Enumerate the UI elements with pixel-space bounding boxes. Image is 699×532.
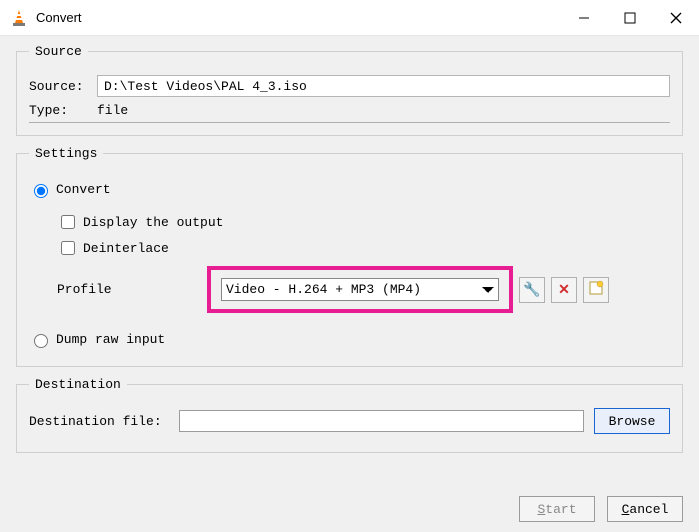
cancel-button[interactable]: Cancel (607, 496, 683, 522)
display-output-checkbox[interactable] (61, 215, 75, 229)
dump-raw-label: Dump raw input (56, 332, 165, 347)
source-legend: Source (29, 44, 88, 59)
start-button[interactable]: Start (519, 496, 595, 522)
wrench-icon: 🔧 (523, 281, 540, 298)
window-title: Convert (36, 10, 561, 25)
destination-file-label: Destination file: (29, 414, 179, 429)
new-profile-icon (588, 280, 604, 299)
titlebar: Convert (0, 0, 699, 36)
source-label: Source: (29, 79, 97, 94)
dump-raw-radio[interactable] (34, 334, 48, 348)
profile-highlight: Video - H.264 + MP3 (MP4) (207, 266, 513, 313)
delete-profile-button[interactable]: ✕ (551, 277, 577, 303)
vlc-icon (10, 9, 28, 27)
deinterlace-checkbox[interactable] (61, 241, 75, 255)
deinterlace-label: Deinterlace (83, 241, 169, 256)
type-label: Type: (29, 103, 97, 118)
display-output-label: Display the output (83, 215, 223, 230)
minimize-button[interactable] (561, 0, 607, 36)
new-profile-button[interactable] (583, 277, 609, 303)
type-value: file (97, 103, 128, 118)
profile-select[interactable]: Video - H.264 + MP3 (MP4) (221, 278, 499, 301)
convert-radio[interactable] (34, 184, 48, 198)
close-button[interactable] (653, 0, 699, 36)
maximize-button[interactable] (607, 0, 653, 36)
convert-label: Convert (56, 182, 111, 197)
destination-group: Destination Destination file: Browse (16, 377, 683, 453)
settings-legend: Settings (29, 146, 103, 161)
destination-legend: Destination (29, 377, 127, 392)
edit-profile-button[interactable]: 🔧 (519, 277, 545, 303)
source-group: Source Source: D:\Test Videos\PAL 4_3.is… (16, 44, 683, 136)
browse-button[interactable]: Browse (594, 408, 670, 434)
settings-group: Settings Convert Display the output Dein… (16, 146, 683, 367)
source-path: D:\Test Videos\PAL 4_3.iso (97, 75, 670, 97)
destination-file-input[interactable] (179, 410, 584, 432)
delete-icon: ✕ (558, 281, 570, 298)
source-divider (29, 122, 670, 123)
profile-label: Profile (57, 282, 207, 297)
